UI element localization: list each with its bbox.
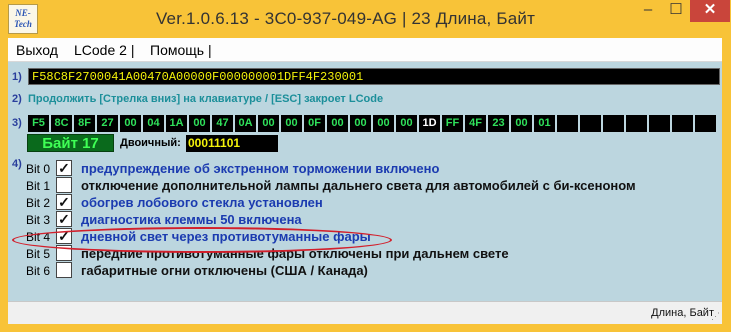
byte-cell[interactable] (672, 115, 693, 132)
byte-cell[interactable]: 00 (327, 115, 348, 132)
byte-cell[interactable]: 8F (74, 115, 95, 132)
byte-cell[interactable]: 27 (97, 115, 118, 132)
byte-cell[interactable]: 00 (258, 115, 279, 132)
byte-cell[interactable]: 1A (166, 115, 187, 132)
bit-description: диагностика клеммы 50 включена (81, 212, 302, 227)
menu-exit[interactable]: Выход (16, 38, 58, 62)
bit-row: Bit 4 ✓ дневной свет через противотуманные… (26, 228, 716, 245)
binary-label: Двоичный: (120, 137, 181, 149)
bit-label: Bit 3 (26, 213, 51, 227)
byte-cell[interactable]: 4F (465, 115, 486, 132)
bit-description: габаритные огни отключены (США / Канада) (81, 263, 368, 278)
byte-cell[interactable] (649, 115, 670, 132)
byte-cell[interactable] (626, 115, 647, 132)
bit-checkbox[interactable]: ✓ (56, 160, 72, 176)
byte-cell[interactable]: 00 (189, 115, 210, 132)
byte-cell[interactable]: FF (442, 115, 463, 132)
bit-row: Bit 1 отключение дополнительной лампы дал… (26, 177, 716, 194)
menu-help[interactable]: Помощь | (150, 38, 212, 62)
instruction-text: Продолжить [Стрелка вниз] на клавиатуре … (28, 93, 384, 105)
bit-row: Bit 3 ✓ диагностика клеммы 50 включена (26, 211, 716, 228)
bit-checkbox[interactable] (56, 177, 72, 193)
byte-cell[interactable] (580, 115, 601, 132)
byte-cell[interactable]: 04 (143, 115, 164, 132)
status-text: Длина, Байт (651, 307, 714, 319)
selected-byte-label: Байт 17 (27, 134, 114, 152)
status-bar: Длина, Байт ⋰ (8, 301, 722, 324)
row-number-1: 1) (12, 71, 22, 83)
bit-label: Bit 6 (26, 264, 51, 278)
byte-cell[interactable] (695, 115, 716, 132)
byte-cell[interactable]: 00 (373, 115, 394, 132)
bit-checkbox[interactable] (56, 245, 72, 261)
byte-cell[interactable]: 8C (51, 115, 72, 132)
lcode-field[interactable]: F58C8F2700041A00470A00000F000000001DFF4F… (28, 68, 720, 85)
byte-cell[interactable]: 47 (212, 115, 233, 132)
bit-label: Bit 0 (26, 162, 51, 176)
byte-cell[interactable]: 00 (350, 115, 371, 132)
row-number-3: 3) (12, 117, 22, 129)
maximize-button[interactable]: ☐ (662, 0, 690, 22)
byte-cell[interactable]: 01 (534, 115, 555, 132)
byte-cell[interactable]: F5 (28, 115, 49, 132)
close-button[interactable]: ✕ (690, 0, 730, 22)
byte-cell[interactable]: 00 (511, 115, 532, 132)
bit-checkbox[interactable]: ✓ (56, 194, 72, 210)
bit-label: Bit 2 (26, 196, 51, 210)
byte-cell[interactable]: 00 (396, 115, 417, 132)
bit-description: дневной свет через противотуманные фары (81, 229, 371, 244)
bit-checkbox[interactable]: ✓ (56, 211, 72, 227)
bit-checkbox[interactable]: ✓ (56, 228, 72, 244)
bit-label: Bit 5 (26, 247, 51, 261)
title-bar: NE- Tech Ver.1.0.6.13 - 3C0-937-049-AG |… (0, 0, 731, 38)
bit-label: Bit 1 (26, 179, 51, 193)
bit-description: отключение дополнительной лампы дальнего… (81, 178, 636, 193)
menu-bar: Выход LCode 2 | Помощь | (8, 38, 722, 62)
client-area: Выход LCode 2 | Помощь | 1) F58C8F270004… (8, 38, 722, 324)
resize-grip-icon[interactable]: ⋰ (711, 311, 720, 322)
byte-cell[interactable]: 00 (120, 115, 141, 132)
binary-value-field[interactable]: 00011101 (186, 135, 278, 152)
bit-row: Bit 6 габаритные огни отключены (США / Ка… (26, 262, 716, 279)
bit-description: предупреждение об экстренном торможении … (81, 161, 440, 176)
bit-row: Bit 5 передние противотуманные фары отклю… (26, 245, 716, 262)
bit-description: передние противотуманные фары отключены … (81, 246, 509, 261)
byte-cell[interactable]: 00 (281, 115, 302, 132)
menu-lcode[interactable]: LCode 2 | (74, 38, 134, 62)
byte-cell[interactable]: 0A (235, 115, 256, 132)
row-number-4: 4) (12, 158, 22, 170)
byte-cell[interactable] (557, 115, 578, 132)
bit-description: обогрев лобового стекла установлен (81, 195, 323, 210)
byte-cell[interactable]: 23 (488, 115, 509, 132)
bit-label: Bit 4 (26, 230, 51, 244)
bit-row: Bit 2 ✓ обогрев лобового стекла установлен (26, 194, 716, 211)
byte-cell[interactable]: 0F (304, 115, 325, 132)
byte-cell[interactable] (603, 115, 624, 132)
bit-checkbox[interactable] (56, 262, 72, 278)
minimize-button[interactable]: – (634, 0, 662, 22)
window-title: Ver.1.0.6.13 - 3C0-937-049-AG | 23 Длина… (155, 9, 536, 28)
row-number-2: 2) (12, 93, 22, 105)
bit-row: Bit 0 ✓ предупреждение об экстренном тормо… (26, 160, 716, 177)
byte-cell[interactable]: 1D (419, 115, 440, 132)
